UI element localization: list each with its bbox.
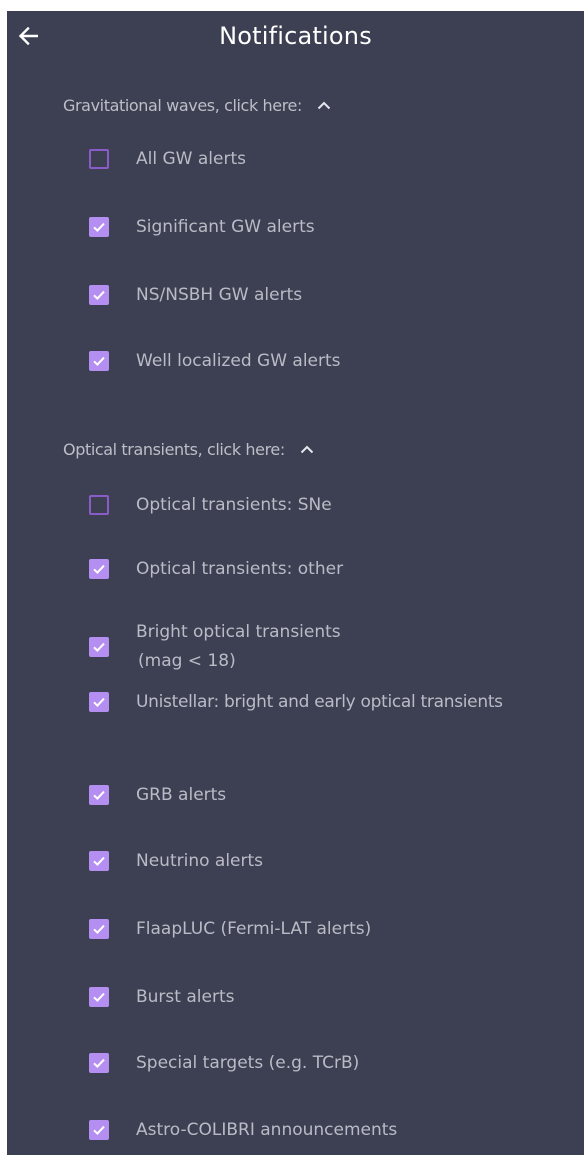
checkbox-checked[interactable] (89, 919, 109, 939)
checkbox-row-astro-colibri-announcements[interactable]: Astro-COLIBRI announcements (89, 1117, 584, 1143)
checkbox-row-optical-transients-other[interactable]: Optical transients: other (89, 556, 584, 582)
checkbox-label: All GW alerts (136, 149, 246, 169)
checkbox-label: Burst alerts (136, 987, 235, 1007)
checkbox-checked[interactable] (89, 559, 109, 579)
checkbox-row-special-targets[interactable]: Special targets (e.g. TCrB) (89, 1050, 584, 1076)
check-icon (93, 642, 105, 653)
checkbox-label: GRB alerts (136, 785, 227, 805)
checkbox-label: Well localized GW alerts (136, 351, 341, 371)
section-header-label: Gravitational waves, click here: (63, 95, 302, 115)
check-icon (93, 222, 105, 233)
check-icon (93, 356, 105, 367)
check-icon (93, 564, 105, 575)
section-header-optical-transients[interactable]: Optical transients, click here: (63, 435, 315, 463)
notifications-screen: Notifications Gravitational waves, click… (7, 11, 584, 1155)
checkbox-row-burst-alerts[interactable]: Burst alerts (89, 984, 584, 1010)
section-header-label: Optical transients, click here: (63, 439, 285, 459)
checkbox-row-flaapluc[interactable]: FlaapLUC (Fermi-LAT alerts) (89, 916, 584, 942)
checkbox-row-ns-nsbh-gw-alerts[interactable]: NS/NSBH GW alerts (89, 282, 584, 308)
checkbox-label-line1: Bright optical transients (136, 622, 341, 642)
checkbox-checked[interactable] (89, 285, 109, 305)
checkbox-row-optical-transients-sne[interactable]: Optical transients: SNe (89, 492, 584, 518)
chevron-up-icon (316, 99, 332, 111)
checkbox-row-grb-alerts[interactable]: GRB alerts (89, 782, 584, 808)
checkbox-label: Unistellar: bright and early optical tra… (136, 692, 503, 712)
checkbox-unchecked[interactable] (89, 149, 109, 169)
checkbox-label: Neutrino alerts (136, 851, 264, 871)
checkbox-checked[interactable] (89, 785, 109, 805)
checkbox-checked[interactable] (89, 1053, 109, 1073)
checkbox-checked[interactable] (89, 351, 109, 371)
check-icon (93, 697, 105, 708)
page-title: Notifications (219, 22, 372, 50)
checkbox-row-significant-gw-alerts[interactable]: Significant GW alerts (89, 214, 584, 240)
checkbox-checked[interactable] (89, 692, 109, 712)
check-icon (93, 856, 105, 867)
check-icon (93, 1125, 105, 1136)
section-header-gravitational-waves[interactable]: Gravitational waves, click here: (63, 91, 332, 119)
checkbox-row-bright-optical-transients[interactable]: Bright optical transients (mag < 18) (89, 618, 584, 676)
check-icon (93, 924, 105, 935)
check-icon (93, 290, 105, 301)
checkbox-label-multiline: Bright optical transients (mag < 18) (136, 618, 341, 676)
checkbox-label: NS/NSBH GW alerts (136, 285, 303, 305)
checkbox-label: FlaapLUC (Fermi-LAT alerts) (136, 919, 372, 939)
check-icon (93, 1058, 105, 1069)
checkbox-checked[interactable] (89, 987, 109, 1007)
checkbox-checked[interactable] (89, 637, 109, 657)
checkbox-row-all-gw-alerts[interactable]: All GW alerts (89, 146, 584, 172)
checkbox-row-well-localized-gw-alerts[interactable]: Well localized GW alerts (89, 348, 584, 374)
chevron-up-icon (299, 443, 315, 455)
checkbox-row-unistellar[interactable]: Unistellar: bright and early optical tra… (89, 689, 584, 715)
checkbox-checked[interactable] (89, 851, 109, 871)
checkbox-checked[interactable] (89, 217, 109, 237)
check-icon (93, 992, 105, 1003)
checkbox-label-line2: (mag < 18) (138, 651, 236, 671)
checkbox-row-neutrino-alerts[interactable]: Neutrino alerts (89, 848, 584, 874)
checkbox-checked[interactable] (89, 1120, 109, 1140)
checkbox-label: Optical transients: other (136, 559, 344, 579)
checkbox-label: Significant GW alerts (136, 217, 315, 237)
checkbox-label: Special targets (e.g. TCrB) (136, 1053, 360, 1073)
checkbox-label: Optical transients: SNe (136, 495, 332, 515)
checkbox-label: Astro-COLIBRI announcements (136, 1120, 398, 1140)
check-icon (93, 790, 105, 801)
app-bar: Notifications (7, 11, 584, 61)
checkbox-unchecked[interactable] (89, 495, 109, 515)
